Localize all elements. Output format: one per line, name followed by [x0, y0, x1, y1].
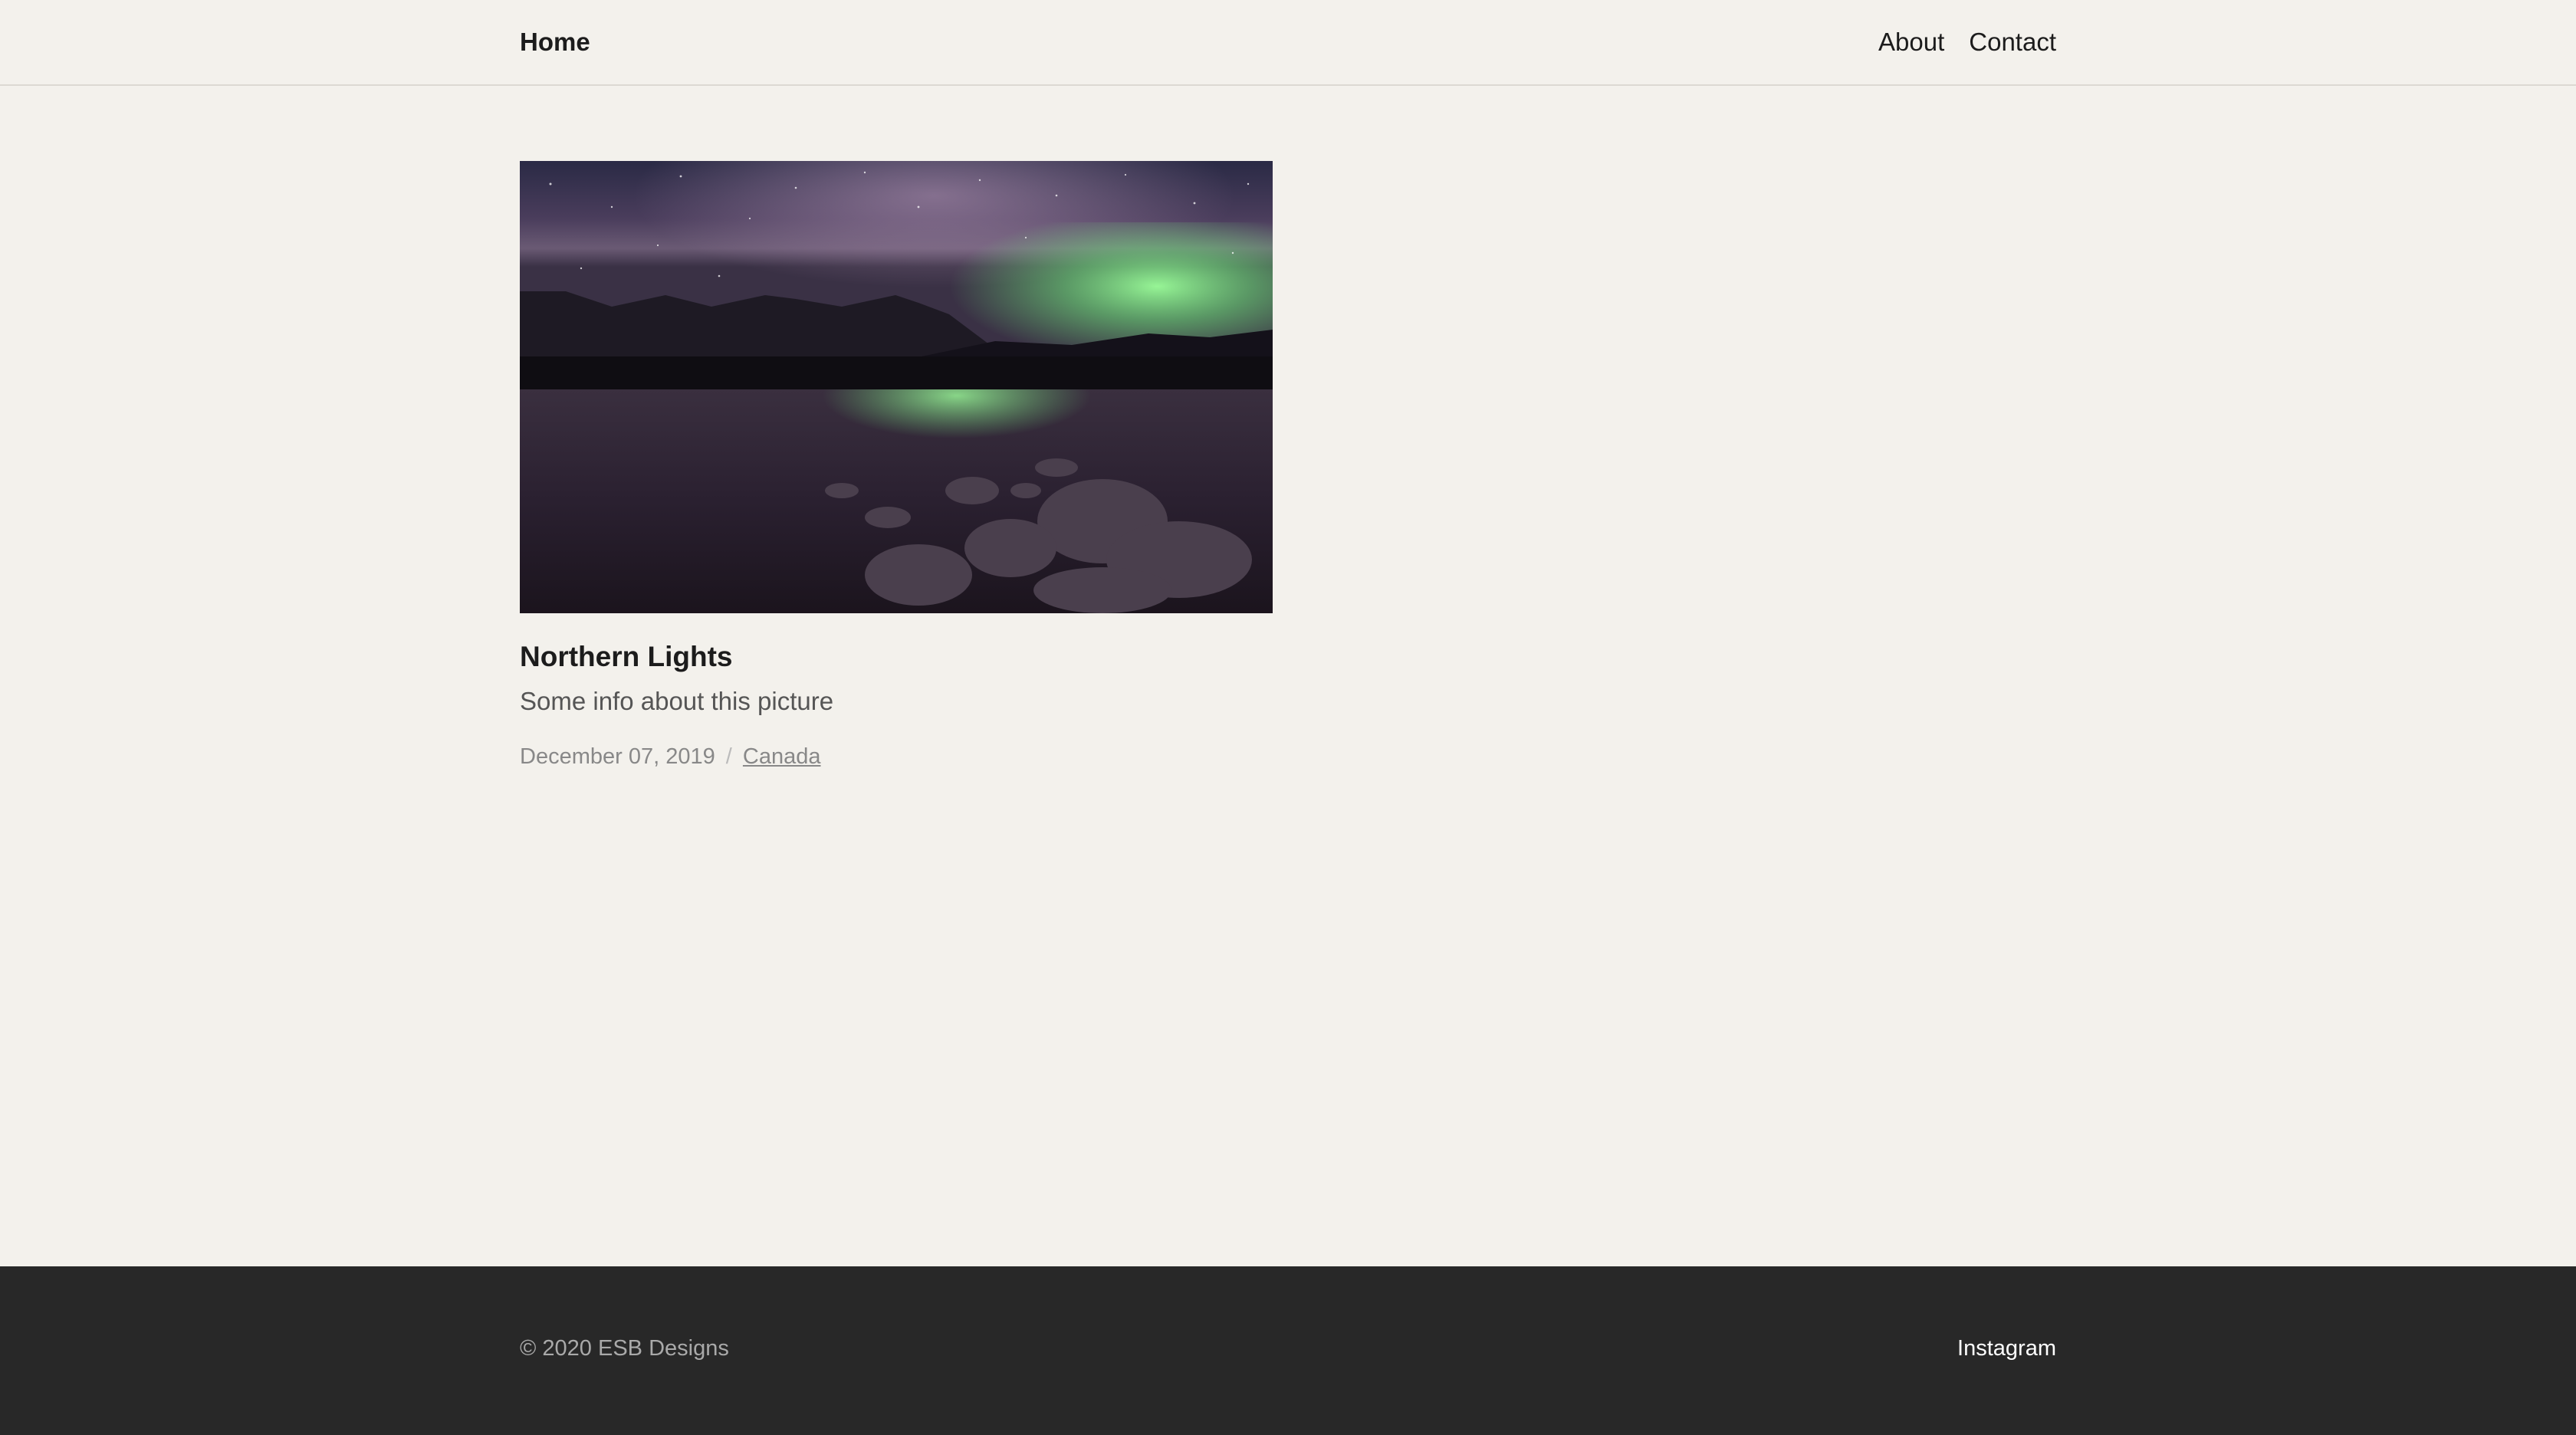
instagram-link[interactable]: Instagram — [1957, 1334, 2056, 1363]
site-header: Home About Contact — [0, 0, 2576, 86]
nav-about-link[interactable]: About — [1878, 26, 1944, 58]
post-card: Northern Lights Some info about this pic… — [520, 161, 1273, 771]
nav-contact-link[interactable]: Contact — [1969, 26, 2056, 58]
meta-separator: / — [725, 744, 732, 769]
post-meta: December 07, 2019 / Canada — [520, 742, 1273, 771]
post-date: December 07, 2019 — [520, 744, 715, 769]
home-link[interactable]: Home — [520, 26, 590, 58]
post-title[interactable]: Northern Lights — [520, 639, 1273, 675]
copyright-text: © 2020 ESB Designs — [520, 1336, 729, 1361]
site-footer: © 2020 ESB Designs Instagram — [0, 1266, 2576, 1435]
main-nav: About Contact — [1878, 26, 2056, 58]
category-link[interactable]: Canada — [743, 744, 821, 769]
post-image[interactable] — [520, 161, 1273, 613]
post-description: Some info about this picture — [520, 687, 834, 715]
